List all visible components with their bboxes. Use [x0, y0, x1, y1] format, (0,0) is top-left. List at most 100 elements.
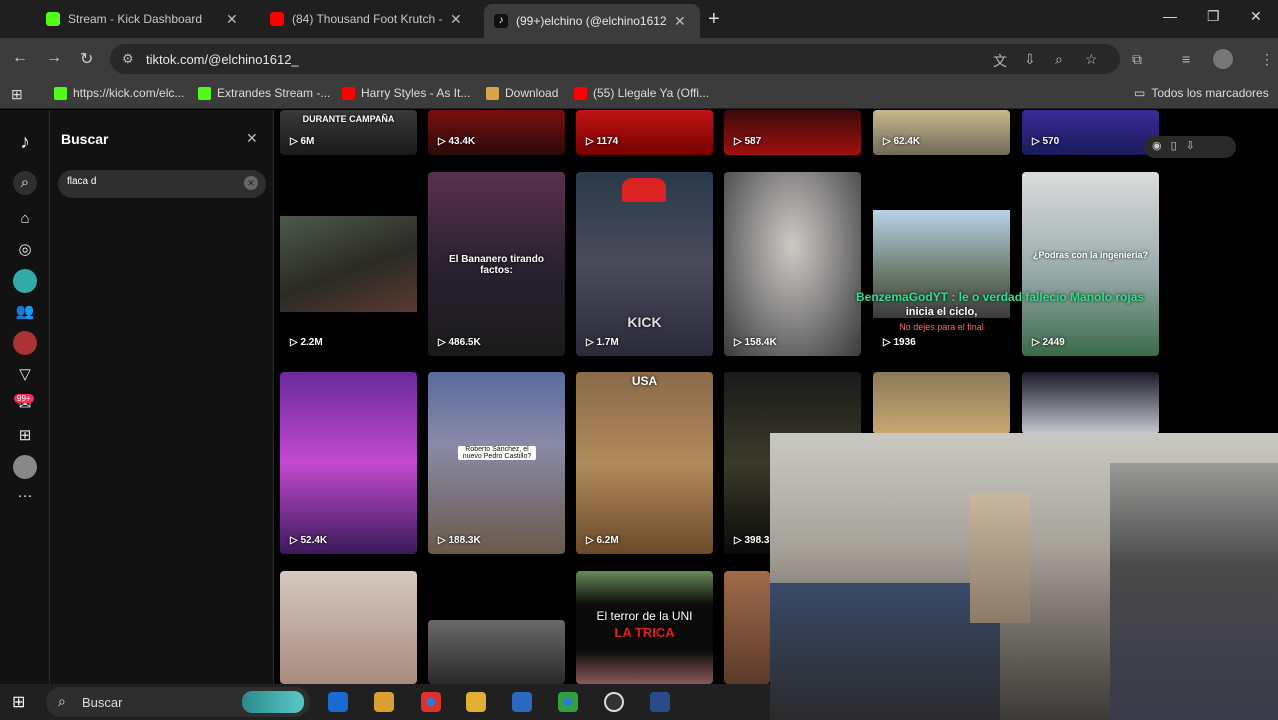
home-icon[interactable]: ⌂	[13, 207, 37, 231]
more-icon[interactable]: ···	[13, 484, 37, 508]
minimize-button[interactable]: —	[1163, 8, 1177, 24]
view-count: ▷ 570	[1032, 136, 1060, 147]
video-card[interactable]: ▷ 2.2M	[280, 172, 417, 356]
view-count: ▷ 6.2M	[586, 535, 619, 546]
kick-icon	[46, 12, 60, 26]
browser-tab-strip: Stream - Kick Dashboard ✕ (84) Thousand …	[0, 0, 1278, 38]
tab-title: (99+)elchino (@elchino1612_) |	[516, 14, 666, 28]
view-count: ▷ 62.4K	[883, 136, 921, 147]
search-icon: ⌕	[58, 693, 66, 709]
video-caption: KICK	[627, 314, 662, 330]
address-bar[interactable]: ⚙ tiktok.com/@elchino1612_	[110, 44, 1120, 74]
webcam-shelf	[970, 493, 1030, 623]
new-tab-button[interactable]: +	[708, 8, 720, 31]
bookmark-label: https://kick.com/elc...	[73, 86, 185, 100]
video-card[interactable]	[280, 571, 417, 684]
obs-icon[interactable]	[604, 692, 624, 712]
install-icon[interactable]: ⇩	[1024, 51, 1036, 68]
bookmark-item[interactable]: Extrandes Stream -...	[198, 86, 330, 100]
video-card[interactable]: El Bananero tirando factos: ▷ 486.5K	[428, 172, 565, 356]
translate-icon[interactable]: 文	[993, 51, 1007, 71]
video-card[interactable]	[428, 620, 565, 684]
video-card[interactable]: El terror de la UNI LA TRICA	[576, 571, 713, 684]
windows-start-icon[interactable]: ⊞	[12, 692, 32, 712]
bookmark-label: Extrandes Stream -...	[217, 86, 331, 100]
explore-icon[interactable]: ◎	[13, 238, 37, 262]
video-card[interactable]: ▷ 158.4K	[724, 172, 861, 356]
outlook-icon[interactable]	[328, 692, 348, 712]
search-box[interactable]: ✕	[58, 170, 266, 198]
video-card[interactable]	[724, 571, 770, 684]
tab-tiktok[interactable]: ♪ (99+)elchino (@elchino1612_) | ✕	[484, 4, 700, 38]
video-card[interactable]: ▷ 1174	[576, 110, 713, 155]
view-count: ▷ 52.4K	[290, 535, 328, 546]
close-tab-icon[interactable]: ✕	[674, 13, 686, 30]
close-search-icon[interactable]: ✕	[246, 130, 258, 147]
bookmark-item[interactable]: Download	[486, 86, 558, 100]
video-card[interactable]: ▷ 52.4K	[280, 372, 417, 554]
close-tab-icon[interactable]: ✕	[450, 11, 462, 28]
live-avatar-icon[interactable]	[13, 269, 37, 293]
restore-button[interactable]: ❐	[1207, 8, 1220, 25]
video-mini-controls[interactable]: ◉▯⇩	[1144, 136, 1236, 158]
search-input[interactable]	[67, 176, 237, 187]
upload-icon[interactable]: ⊞	[13, 424, 37, 448]
tab-kick-dashboard[interactable]: Stream - Kick Dashboard ✕	[36, 4, 258, 34]
tiktok-logo-icon[interactable]: ♪	[13, 130, 37, 154]
video-card[interactable]: ▷ 43.4K	[428, 110, 565, 155]
taskbar-search[interactable]: ⌕ Buscar	[46, 687, 310, 717]
video-card[interactable]: ¿Podras con la ingenieria? ▷ 2449	[1022, 172, 1159, 356]
medal-icon[interactable]	[374, 692, 394, 712]
zoom-icon[interactable]: ⌕	[1055, 51, 1063, 68]
search-highlight-image	[242, 691, 304, 713]
tab-youtube[interactable]: (84) Thousand Foot Krutch - Co ✕	[260, 4, 482, 34]
video-card[interactable]: DURANTE CAMPAÑA ▷ 6M	[280, 110, 417, 155]
all-bookmarks[interactable]: ▭ Todos los marcadores	[1134, 86, 1269, 100]
chrome-profile-icon[interactable]	[558, 692, 578, 712]
video-card[interactable]: Roberto Sánchez, el nuevo Pedro Castillo…	[428, 372, 565, 554]
app-icon[interactable]	[650, 692, 670, 712]
bookmark-label: Download	[505, 86, 559, 100]
video-caption: LA TRICA	[614, 625, 675, 640]
close-window-button[interactable]: ✕	[1250, 8, 1262, 25]
search-icon[interactable]: ⌕	[13, 171, 37, 195]
youtube-icon	[574, 86, 587, 100]
folder-icon: ▭	[1134, 86, 1146, 100]
apps-grid-icon[interactable]: ⊞	[11, 86, 23, 103]
following-icon[interactable]: 👥	[13, 300, 37, 324]
reload-icon[interactable]: ↻	[80, 49, 93, 69]
site-info-icon[interactable]: ⚙	[122, 51, 134, 67]
url-text: tiktok.com/@elchino1612_	[146, 52, 299, 67]
profile-avatar-icon[interactable]	[13, 455, 37, 479]
bookmark-item[interactable]: (55) Llegale Ya (Offi...	[574, 86, 709, 100]
messages-icon[interactable]: ▽	[13, 363, 37, 387]
bookmark-star-icon[interactable]: ☆	[1085, 51, 1098, 68]
video-card[interactable]	[1022, 372, 1159, 434]
video-card[interactable]: inicia el ciclo, No dejes para el final …	[873, 172, 1010, 356]
bookmark-item[interactable]: https://kick.com/elc...	[54, 86, 184, 100]
chrome-icon[interactable]	[421, 692, 441, 712]
video-card[interactable]: ▷ 570	[1022, 110, 1159, 155]
bookmark-label: Harry Styles - As It...	[361, 86, 471, 100]
media-controls-icon[interactable]: ≡	[1182, 51, 1190, 67]
file-explorer-icon[interactable]	[466, 692, 486, 712]
video-card[interactable]: ▷ 587	[724, 110, 861, 155]
extensions-icon[interactable]: ⧉	[1132, 51, 1142, 68]
forward-arrow-icon[interactable]: →	[46, 49, 62, 67]
video-card[interactable]: ▷ 62.4K	[873, 110, 1010, 155]
friends-avatar-icon[interactable]	[13, 331, 37, 355]
bookmark-label: (55) Llegale Ya (Offi...	[593, 86, 710, 100]
profile-avatar-icon[interactable]	[1213, 49, 1233, 69]
menu-dots-icon[interactable]: ⋮	[1260, 51, 1274, 68]
video-card[interactable]: USA ▷ 6.2M	[576, 372, 713, 554]
clear-search-icon[interactable]: ✕	[244, 176, 258, 190]
store-icon[interactable]	[512, 692, 532, 712]
video-card[interactable]: KICK ▷ 1.7M	[576, 172, 713, 356]
bookmark-item[interactable]: Harry Styles - As It...	[342, 86, 470, 100]
back-arrow-icon[interactable]: ←	[12, 49, 28, 67]
close-tab-icon[interactable]: ✕	[226, 11, 238, 28]
video-card[interactable]	[873, 372, 1010, 434]
webcam-streamer	[1110, 463, 1278, 720]
view-count: ▷ 587	[734, 136, 762, 147]
browser-toolbar: ← → ↻ ⚙ tiktok.com/@elchino1612_ 文 ⇩ ⌕ ☆…	[0, 38, 1278, 80]
